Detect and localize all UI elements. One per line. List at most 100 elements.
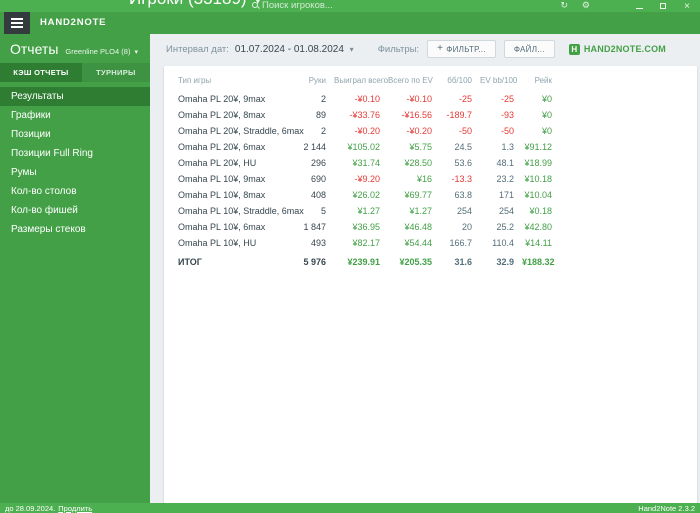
cell: 23.2	[496, 174, 514, 184]
cell: -¥0.20	[406, 126, 432, 136]
cell: ¥188.32	[522, 257, 555, 267]
page-title[interactable]: Игроки (33189) ▾	[129, 0, 260, 9]
hand2note-com-link[interactable]: H HAND2NOTE.COM	[568, 43, 666, 55]
report-row[interactable]: Omaha PL 20¥, 8max 89 -¥33.76 -¥16.56 -189.7…	[174, 107, 556, 123]
add-filter-button[interactable]: + ФИЛЬТР...	[427, 40, 496, 58]
report-row[interactable]: Omaha PL 10¥, 8max 408 ¥26.02 ¥69.77 63.8 171…	[174, 187, 556, 203]
column-header[interactable]: Рейк	[518, 74, 556, 91]
hand2note-com-label: HAND2NOTE.COM	[583, 44, 666, 54]
cell: 493	[310, 238, 326, 248]
status-bar: до 28.09.2024. Продлить Hand2Note 2.3.2	[0, 503, 700, 513]
cell: Omaha PL 10¥, 9max	[178, 174, 266, 184]
sidebar-item[interactable]: Размеры стеков	[0, 220, 150, 239]
cell: ¥28.50	[404, 158, 432, 168]
report-row[interactable]: Omaha PL 10¥, HU 493 ¥82.17 ¥54.44 166.7 110.…	[174, 235, 556, 251]
cell: 408	[310, 190, 326, 200]
refresh-icon[interactable]: ↻	[560, 0, 568, 11]
cell: -¥9.20	[354, 174, 380, 184]
cell: 254	[498, 206, 514, 216]
cell: ¥10.18	[524, 174, 552, 184]
titlebar: Игроки (33189) ▾ ↻ ⚙ ×	[0, 0, 700, 12]
total-row: ИТОГ 5 976 ¥239.91 ¥205.35 31.6 32.9 ¥188.32	[174, 251, 556, 270]
cell: -189.7	[446, 110, 472, 120]
minimize-icon	[635, 7, 643, 9]
toolbar: Интервал дат: 01.07.2024 - 01.08.2024 ▾ …	[150, 34, 700, 64]
app-bar: HAND2NOTE	[0, 12, 700, 34]
cell: ¥14.11	[525, 238, 552, 248]
sidebar-item[interactable]: Румы	[0, 163, 150, 182]
column-header[interactable]: бб/100	[436, 74, 476, 91]
cell: -¥0.10	[354, 94, 380, 104]
sidebar-header: Отчеты Greenline PLO4 (8) ▾	[0, 34, 150, 63]
column-header[interactable]: Руки	[296, 74, 330, 91]
sidebar-item[interactable]: Позиции Full Ring	[0, 144, 150, 163]
search-box[interactable]	[252, 0, 372, 12]
report-row[interactable]: Omaha PL 20¥, Straddle, 6max 2 -¥0.20 -¥0.2…	[174, 123, 556, 139]
sidebar-item[interactable]: Позиции	[0, 125, 150, 144]
filters-label: Фильтры:	[377, 43, 420, 55]
hamburger-menu-button[interactable]	[4, 12, 30, 34]
sidebar-item[interactable]: Графики	[0, 106, 150, 125]
cell: -¥16.56	[401, 110, 432, 120]
report-row[interactable]: Omaha PL 10¥, 6max 1 847 ¥36.95 ¥46.48 20 25.…	[174, 219, 556, 235]
sidebar-tabs: КЭШ ОТЧЕТЫ ТУРНИРЫ	[0, 63, 150, 82]
cell: -¥0.10	[406, 94, 432, 104]
cell: 31.6	[454, 257, 472, 267]
date-range-selector[interactable]: 01.07.2024 - 01.08.2024 ▾	[235, 44, 354, 55]
close-button[interactable]: ×	[682, 1, 692, 12]
report-row[interactable]: Omaha PL 20¥, 9max 2 -¥0.10 -¥0.10 -25 -25 ¥0	[174, 91, 556, 107]
renew-link[interactable]: Продлить	[58, 504, 92, 513]
minimize-button[interactable]	[634, 1, 644, 11]
cell: 2	[320, 94, 326, 104]
column-header[interactable]: Тип игры	[174, 74, 296, 91]
cell: -25	[500, 94, 514, 104]
hand2note-window: Игроки (33189) ▾ ↻ ⚙ × HAND2NOTE Отчеты …	[0, 0, 700, 513]
cell: ¥0.18	[529, 206, 552, 216]
cell: ¥91.12	[524, 142, 552, 152]
cell: Omaha PL 20¥, 9max	[178, 94, 266, 104]
sidebar-tab[interactable]: КЭШ ОТЧЕТЫ	[0, 63, 82, 82]
report-table: Тип игры Руки Выиграл всего Всего по EV бб/1…	[174, 74, 556, 270]
cell: 25.2	[496, 222, 514, 232]
cell: -¥33.76	[349, 110, 380, 120]
hamburger-icon	[11, 18, 23, 20]
cell: -25	[458, 94, 472, 104]
cell: ¥0	[541, 110, 552, 120]
cell: Omaha PL 20¥, Straddle, 6max	[178, 126, 304, 136]
cell: 24.5	[454, 142, 472, 152]
sidebar-item[interactable]: Результаты	[0, 87, 150, 106]
app-brand: HAND2NOTE	[40, 17, 107, 28]
date-range-value: 01.07.2024 - 01.08.2024	[234, 43, 344, 55]
cell: -50	[458, 126, 472, 136]
gear-icon[interactable]: ⚙	[582, 0, 590, 11]
report-row[interactable]: Omaha PL 20¥, 6max 2 144 ¥105.02 ¥5.75 24.5 1…	[174, 139, 556, 155]
profile-selector[interactable]: Greenline PLO4 (8) ▾	[65, 47, 138, 56]
maximize-button[interactable]	[658, 1, 668, 11]
window-controls: ×	[634, 0, 692, 12]
sidebar-item[interactable]: Кол-во столов	[0, 182, 150, 201]
sidebar-menu: Результаты Графики Позиции Позиции Full Rin…	[0, 82, 150, 239]
search-input[interactable]	[262, 0, 372, 11]
file-button[interactable]: ФАЙЛ...	[503, 40, 555, 58]
cell: 48.1	[496, 158, 514, 168]
report-row[interactable]: Omaha PL 20¥, HU 296 ¥31.74 ¥28.50 53.6 48.1 ¥…	[174, 155, 556, 171]
cell: 53.6	[454, 158, 472, 168]
cell: ¥239.91	[347, 257, 380, 267]
column-header[interactable]: Всего по EV	[384, 74, 436, 91]
report-panel: Тип игры Руки Выиграл всего Всего по EV бб/1…	[164, 66, 697, 503]
column-header[interactable]: Выиграл всего	[330, 74, 388, 91]
column-header[interactable]: EV bb/100	[476, 74, 518, 91]
sidebar-tab[interactable]: ТУРНИРЫ	[82, 63, 150, 82]
cell: ¥105.02	[347, 142, 380, 152]
cell: ¥16	[416, 174, 432, 184]
cell: 166.7	[449, 238, 472, 248]
file-button-label: ФАЙЛ...	[513, 44, 545, 54]
cell: ¥46.48	[404, 222, 432, 232]
report-row[interactable]: Omaha PL 10¥, 9max 690 -¥9.20 ¥16 -13.3 23.2 ¥…	[174, 171, 556, 187]
cell: ¥5.75	[409, 142, 432, 152]
report-row[interactable]: Omaha PL 10¥, Straddle, 6max 5 ¥1.27 ¥1.27 2…	[174, 203, 556, 219]
cell: ИТОГ	[178, 257, 202, 267]
cell: -13.3	[451, 174, 472, 184]
sidebar-item[interactable]: Кол-во фишей	[0, 201, 150, 220]
reports-title: Отчеты	[10, 41, 59, 57]
